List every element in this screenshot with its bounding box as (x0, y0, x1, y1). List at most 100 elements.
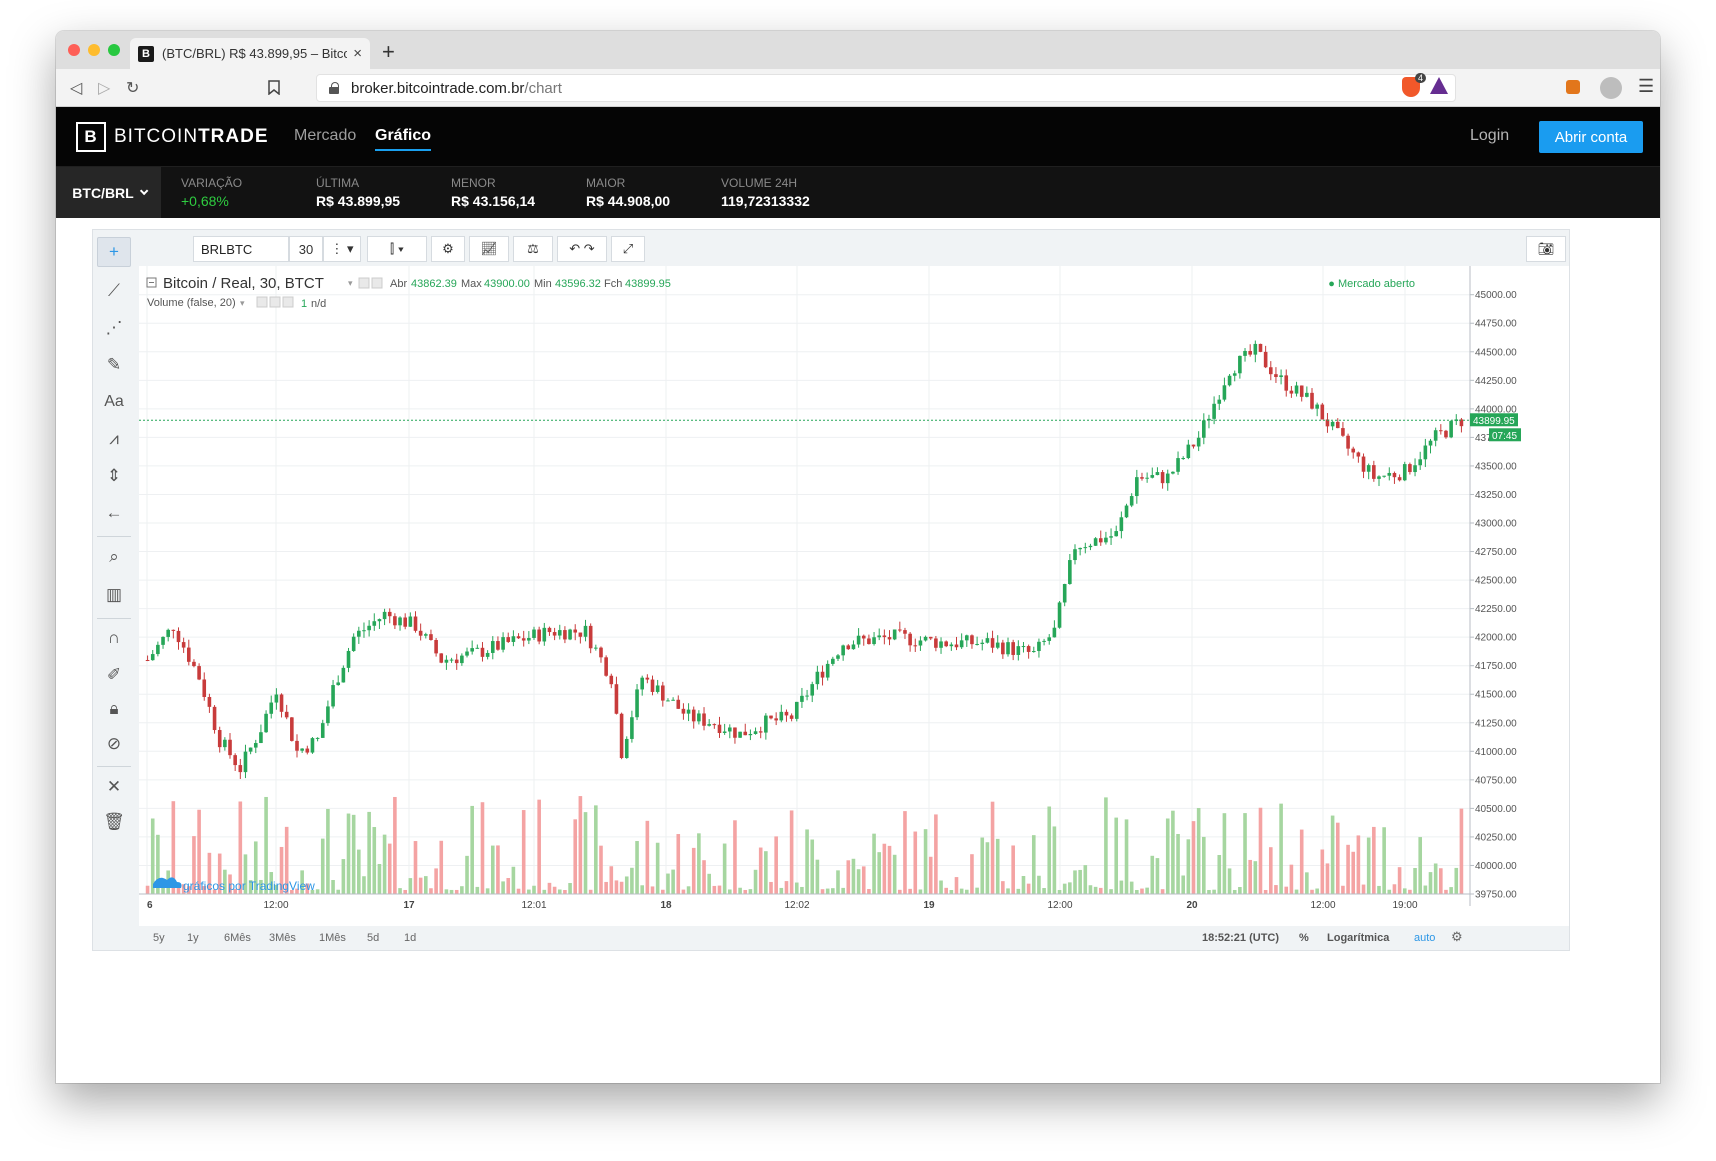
range-1y[interactable]: 1y (187, 932, 199, 944)
pair-selector[interactable]: BTC/BRL (56, 167, 161, 218)
volume-bar (1402, 888, 1407, 894)
volume-eye-icon[interactable] (256, 296, 268, 308)
trash-icon[interactable]: 🗑︎ (97, 807, 131, 837)
text-tool-icon[interactable]: Aa (97, 387, 131, 417)
login-link[interactable]: Login (1470, 127, 1509, 145)
candle-body (1160, 472, 1165, 484)
volume-bar (542, 889, 547, 894)
volume-bar (882, 843, 887, 894)
arrow-left-icon[interactable]: ← (97, 498, 131, 528)
ticker-bar: BTC/BRL VARIAÇÃO +0,68% ÚLTIMA R$ 43.899,9… (56, 167, 1660, 218)
y-tick-label: 45000.00 (1475, 290, 1517, 301)
y-tick-label: 41250.00 (1475, 718, 1517, 729)
candle-body (537, 629, 541, 642)
volume-bar (501, 881, 505, 894)
log-toggle[interactable]: Logarítmica (1327, 932, 1389, 944)
volume-bar (372, 827, 377, 894)
range-3m[interactable]: 3Mês (269, 932, 296, 944)
auto-toggle[interactable]: auto (1414, 932, 1435, 944)
range-5d[interactable]: 5d (367, 932, 379, 944)
fib-tool-icon[interactable]: ⋰ (97, 313, 131, 343)
range-1d[interactable]: 1d (404, 932, 416, 944)
volume-close-icon[interactable] (282, 296, 294, 308)
volume-bar (1258, 807, 1263, 894)
zoom-icon[interactable]: ⌕ (97, 542, 131, 572)
range-6m[interactable]: 6Mês (224, 932, 251, 944)
volume-bar (1083, 865, 1088, 894)
brave-shields-icon[interactable]: 4 (1402, 73, 1426, 97)
range-5y[interactable]: 5y (153, 932, 165, 944)
settings-gear-icon[interactable]: ⚙ (1451, 929, 1463, 945)
pair-label: BTC/BRL (72, 184, 134, 201)
ruler-icon[interactable]: ▥ (97, 580, 131, 610)
profile-avatar[interactable] (1600, 77, 1622, 99)
url-bar[interactable]: broker.bitcointrade.com.br/chart (316, 74, 1456, 102)
candle-body (676, 699, 681, 709)
volume-bar (588, 889, 593, 894)
indicators-icon[interactable]: 📈︎ (469, 236, 509, 262)
candle-body (743, 731, 748, 736)
interval-menu-icon[interactable]: ⋮ ▾ (323, 236, 361, 262)
range-1m[interactable]: 1Mês (319, 932, 346, 944)
volume-bar (836, 870, 840, 894)
browser-tab[interactable]: B (BTC/BRL) R$ 43.899,95 – Bitcoi × (130, 38, 370, 69)
dropdown-icon[interactable]: ▾ (348, 278, 353, 288)
measure-icon[interactable]: ⇕ (97, 461, 131, 491)
pencil-lock-icon[interactable]: ✐ (97, 660, 131, 690)
tools-icon[interactable]: ✕ (97, 772, 131, 802)
bitcointrade-logo[interactable]: B BITCOIN TRADE (76, 122, 269, 152)
brave-rewards-icon[interactable] (1430, 77, 1448, 94)
volume-settings-icon[interactable] (269, 296, 281, 308)
candle-body (1310, 392, 1314, 409)
nav-grafico[interactable]: Gráfico (375, 127, 432, 151)
candle-body (521, 638, 526, 641)
close-tab-icon[interactable]: × (353, 45, 362, 62)
close-window-button[interactable] (68, 44, 80, 56)
volume-bar (825, 888, 830, 894)
volume-bar (1129, 881, 1134, 894)
bookmark-icon[interactable] (268, 80, 280, 95)
undo-redo-icon[interactable]: ↶ ↷ (557, 236, 607, 262)
settings-icon[interactable] (371, 277, 383, 289)
trend-line-icon[interactable]: ⟋ (97, 276, 131, 306)
volume-bar (387, 843, 392, 894)
crosshair-icon[interactable]: + (97, 237, 131, 267)
volume-bar (1408, 889, 1412, 894)
minimize-window-button[interactable] (88, 44, 100, 56)
volume-bar (1238, 887, 1242, 894)
candle-body (470, 648, 474, 652)
browser-menu-icon[interactable]: ☰ (1638, 76, 1654, 97)
fullscreen-icon[interactable]: ⤢ (611, 236, 645, 262)
candle-body (331, 685, 335, 707)
compare-icon[interactable]: ⚖ (513, 236, 553, 262)
reload-icon[interactable]: ↻ (126, 78, 139, 98)
pattern-tool-icon[interactable]: ⩘ (97, 424, 131, 454)
volume-bar (1428, 872, 1433, 894)
chart-type-icon[interactable]: ⫿ ▾ (367, 236, 427, 262)
volume-dropdown-icon[interactable]: ▾ (240, 298, 245, 308)
camera-icon[interactable]: 📷︎ (1526, 236, 1566, 262)
y-tick-label: 39750.00 (1475, 890, 1517, 901)
nav-mercado[interactable]: Mercado (294, 127, 356, 145)
price-chart[interactable]: 45000.0044750.0044500.0044250.0044000.00… (139, 266, 1569, 926)
extension-icon[interactable] (1566, 80, 1580, 94)
settings-gear-icon[interactable]: ⚙ (431, 236, 465, 262)
forward-icon[interactable]: ▷ (98, 78, 110, 98)
abrir-conta-button[interactable]: Abrir conta (1539, 121, 1643, 153)
brush-icon[interactable]: ✎ (97, 350, 131, 380)
interval-button[interactable]: 30 (289, 236, 323, 262)
chart-area[interactable]: 45000.00 44750.00 44500.00 44250.00 44000.00… (139, 266, 1569, 926)
symbol-input[interactable] (193, 236, 289, 262)
eye-icon[interactable] (358, 277, 370, 289)
volume-bar (1155, 858, 1160, 894)
volume-bar (1387, 889, 1392, 894)
candle-body (496, 641, 500, 650)
new-tab-button[interactable]: + (382, 39, 395, 65)
magnet-icon[interactable]: ∩ (97, 623, 131, 653)
eye-off-icon[interactable]: ⊘ (97, 729, 131, 759)
percent-toggle[interactable]: % (1299, 932, 1309, 944)
maximize-window-button[interactable] (108, 44, 120, 56)
back-icon[interactable]: ◁ (70, 78, 82, 98)
volume-bar (367, 811, 371, 894)
lock-icon[interactable]: 🔒︎ (97, 694, 131, 724)
